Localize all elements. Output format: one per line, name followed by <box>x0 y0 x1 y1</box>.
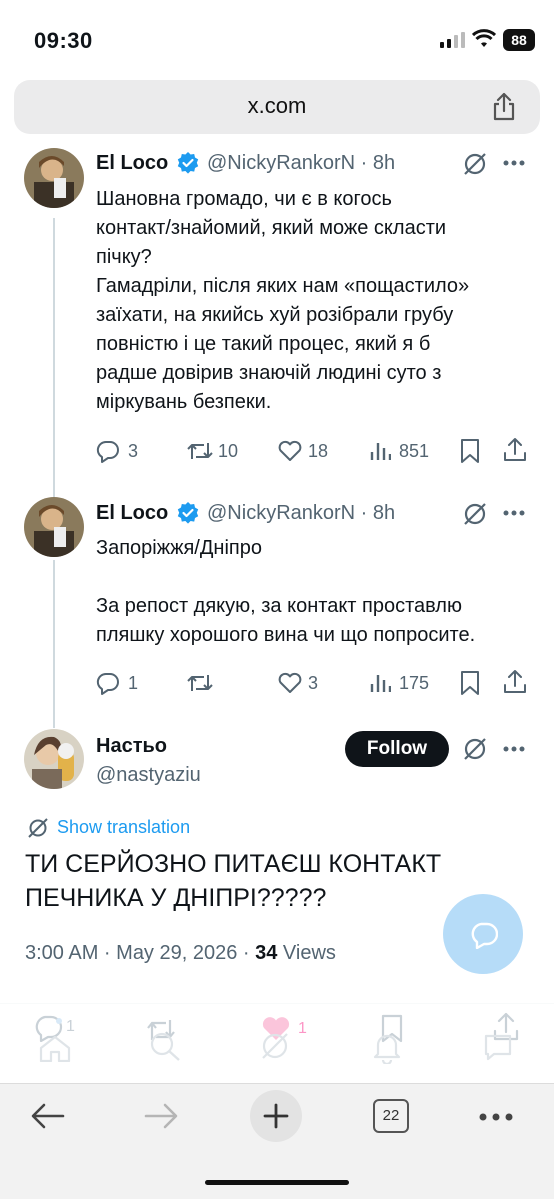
grok-icon[interactable] <box>462 151 488 177</box>
share-icon[interactable] <box>491 92 517 122</box>
verified-badge-icon <box>176 501 200 525</box>
avatar[interactable] <box>24 148 84 208</box>
views-count: 175 <box>399 673 430 693</box>
forward-arrow-icon[interactable] <box>143 1102 179 1130</box>
show-translation-link[interactable]: Show translation <box>57 817 190 838</box>
like-count: 3 <box>308 673 319 693</box>
share-icon[interactable] <box>503 669 527 695</box>
grok-icon[interactable] <box>462 736 488 762</box>
tweet-text: ТИ СЕРЙОЗНО ПИТАЄШ КОНТАКТ ПЕЧНИКА У ДНІ… <box>25 850 442 912</box>
compose-icon <box>470 921 498 949</box>
reply-count: 1 <box>128 673 139 693</box>
battery-indicator: 88 <box>503 29 535 51</box>
back-arrow-icon[interactable] <box>30 1102 66 1130</box>
follow-button[interactable]: Follow <box>345 731 449 767</box>
reply-icon[interactable] <box>96 439 120 463</box>
signal-icon <box>440 32 466 48</box>
share-icon[interactable] <box>503 437 527 463</box>
reply-count: 3 <box>128 441 139 461</box>
author-name[interactable]: El Loco <box>96 502 168 525</box>
views-icon[interactable] <box>369 440 391 462</box>
repost-icon[interactable] <box>186 671 214 695</box>
bookmark-icon[interactable] <box>460 438 480 464</box>
author-name[interactable]: El Loco <box>96 152 168 175</box>
url-text: x.com <box>247 93 307 118</box>
like-icon[interactable] <box>277 439 303 463</box>
like-count: 18 <box>308 441 329 461</box>
home-indicator <box>205 1180 349 1185</box>
wifi-icon <box>472 29 496 49</box>
tweet-meta: 3:00 AM · May 29, 2026 · 34 Views <box>25 942 336 965</box>
verified-badge-icon <box>176 151 200 175</box>
address-bar[interactable]: x.com <box>14 80 540 134</box>
views-icon[interactable] <box>369 672 391 694</box>
avatar[interactable] <box>24 729 84 789</box>
author-name[interactable]: Настьо <box>96 735 167 758</box>
author-handle[interactable]: @nastyaziu <box>96 764 201 787</box>
tweet-timestamp: 3:00 AM · May 29, 2026 · <box>25 942 256 964</box>
more-icon[interactable] <box>503 510 525 516</box>
repost-count: 10 <box>218 441 239 461</box>
more-icon[interactable] <box>503 746 525 752</box>
views-count: 851 <box>399 441 430 461</box>
tweet-text: Запоріжжя/Дніпро За репост дякую, за кон… <box>96 537 476 646</box>
more-icon[interactable] <box>479 1113 513 1121</box>
avatar[interactable] <box>24 497 84 557</box>
author-handle[interactable]: @NickyRankorN · 8h <box>207 152 395 175</box>
tab-bar-overlay <box>0 1003 554 1083</box>
views-label: Views <box>277 942 336 964</box>
more-icon[interactable] <box>503 160 525 166</box>
compose-fab[interactable] <box>443 894 523 974</box>
repost-icon[interactable] <box>186 439 214 463</box>
status-time: 09:30 <box>34 28 93 53</box>
bookmark-icon[interactable] <box>460 670 480 696</box>
thread-line <box>53 218 55 498</box>
new-tab-button[interactable] <box>250 1090 302 1142</box>
like-icon[interactable] <box>277 671 303 695</box>
translate-icon[interactable] <box>27 817 49 839</box>
grok-icon[interactable] <box>462 501 488 527</box>
thread-line <box>53 560 55 728</box>
views-count: 34 <box>255 942 278 964</box>
plus-icon <box>263 1103 289 1129</box>
reply-icon[interactable] <box>96 671 120 695</box>
tweet-text: Шановна громадо, чи є в когось контакт/з… <box>96 188 470 413</box>
tabs-button[interactable]: 22 <box>373 1099 409 1133</box>
author-handle[interactable]: @NickyRankorN · 8h <box>207 502 395 525</box>
